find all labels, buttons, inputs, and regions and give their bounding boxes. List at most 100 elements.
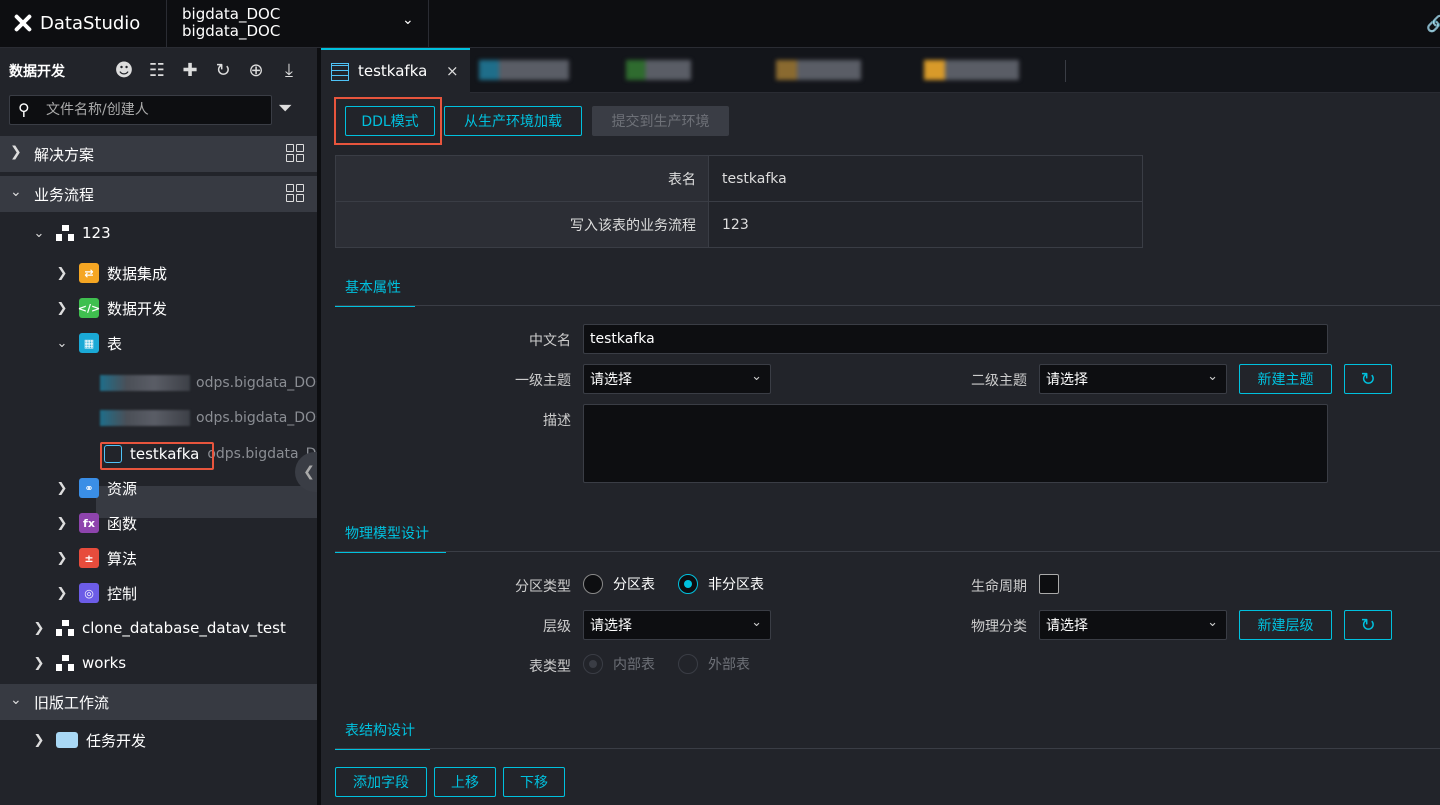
- workspace-display-name: bigdata_DOC: [182, 22, 281, 40]
- chevron-right-icon: ❯: [33, 620, 45, 636]
- tab-testkafka[interactable]: testkafka ×: [321, 48, 470, 93]
- user-filter-icon[interactable]: ☻: [112, 58, 136, 82]
- tree-item-flow-clone[interactable]: ❯ clone_database_datav_test: [32, 613, 286, 643]
- cn-name-input[interactable]: testkafka: [583, 324, 1328, 354]
- locate-icon[interactable]: ⊕: [244, 58, 268, 82]
- datastudio-logo-icon: [12, 12, 34, 34]
- grid-icon[interactable]: [286, 184, 304, 202]
- tree-item-table-entry[interactable]: odps.bigdata_DOC: [100, 403, 326, 433]
- chevron-right-icon: ❯: [10, 144, 22, 160]
- sidebar-title: 数据开发: [9, 64, 65, 80]
- refresh-icon: ↻: [1360, 368, 1376, 390]
- level-label: 层级: [543, 619, 571, 635]
- tree-item-control[interactable]: ❯ ◎ 控制: [55, 578, 137, 608]
- search-input[interactable]: [46, 100, 266, 120]
- tree-item-label: 资源: [107, 479, 138, 498]
- phys-class-select[interactable]: 请选择 ⌄: [1039, 610, 1227, 640]
- tab-blurred[interactable]: [479, 60, 569, 80]
- blurred-table-name: [100, 410, 190, 426]
- lifecycle-label: 生命周期: [971, 579, 1027, 595]
- tab-table-structure[interactable]: 表结构设计: [335, 720, 430, 750]
- calculator-icon: ±: [79, 548, 99, 568]
- tree-item-resource[interactable]: ❯ ⚭ 资源: [55, 473, 137, 503]
- tree-item-label: 数据开发: [107, 299, 168, 318]
- tab-blurred[interactable]: [626, 60, 691, 80]
- link-icon[interactable]: 🔗: [1426, 14, 1440, 33]
- partition-radio[interactable]: [583, 574, 603, 594]
- section-label: 业务流程: [34, 186, 95, 204]
- refresh-icon[interactable]: ↻: [211, 58, 235, 82]
- chevron-down-icon[interactable]: ⌄: [402, 12, 414, 28]
- chevron-down-icon: ⌄: [751, 369, 762, 384]
- divider: [428, 0, 429, 48]
- tree-item-label: 函数: [107, 514, 138, 533]
- import-icon[interactable]: ⤓: [277, 58, 301, 82]
- section-business-flow[interactable]: ⌄ 业务流程: [0, 176, 317, 212]
- level-select[interactable]: 请选择 ⌄: [583, 610, 771, 640]
- tab-blurred[interactable]: [776, 60, 861, 80]
- section-solutions[interactable]: ❯ 解决方案: [0, 136, 317, 172]
- new-topic-button[interactable]: 新建主题: [1239, 364, 1332, 394]
- tree-item-label: 表: [107, 334, 123, 353]
- tree-item-task-dev[interactable]: ❯ 任务开发: [32, 725, 146, 755]
- filter-icon[interactable]: ⏷: [278, 98, 292, 119]
- paperclip-icon: ⚭: [79, 478, 99, 498]
- select-value: 请选择: [590, 372, 632, 388]
- lifecycle-checkbox[interactable]: [1039, 574, 1059, 594]
- topic1-select[interactable]: 请选择 ⌄: [583, 364, 771, 394]
- tree-item-integration[interactable]: ❯ ⇄ 数据集成: [55, 258, 167, 288]
- sidebar-header: 数据开发 ☻ ☷ ✚ ↻ ⊕ ⤓: [0, 48, 317, 92]
- new-file-icon[interactable]: ✚: [178, 58, 202, 82]
- brand[interactable]: DataStudio: [12, 12, 140, 34]
- tree-item-table-entry[interactable]: odps.bigdata_DOC: [100, 368, 326, 398]
- cn-name-label: 中文名: [529, 333, 571, 349]
- folder-icon: [56, 732, 78, 748]
- refresh-level-button[interactable]: ↻: [1344, 610, 1392, 640]
- table-project-suffix: odps.bigdata_DOC: [196, 410, 326, 426]
- tree-item-table[interactable]: ⌄ ▦ 表: [55, 328, 122, 358]
- section-legacy-workflow[interactable]: ⌄ 旧版工作流: [0, 684, 317, 720]
- section-label: 旧版工作流: [34, 694, 110, 712]
- add-field-button[interactable]: 添加字段: [335, 767, 427, 797]
- tree-item-development[interactable]: ❯ </> 数据开发: [55, 293, 167, 323]
- phys-class-label: 物理分类: [971, 619, 1027, 635]
- grid-icon[interactable]: [286, 144, 304, 162]
- function-icon: fx: [79, 513, 99, 533]
- chevron-right-icon: ❯: [56, 550, 68, 566]
- tab-blurred[interactable]: [924, 60, 1019, 80]
- submit-to-prod-button[interactable]: 提交到生产环境: [592, 106, 729, 136]
- chevron-down-icon: ⌄: [56, 335, 68, 351]
- move-up-button[interactable]: 上移: [434, 767, 496, 797]
- target-icon: ◎: [79, 583, 99, 603]
- non-partition-radio[interactable]: [678, 574, 698, 594]
- topic2-label: 二级主题: [971, 373, 1027, 389]
- tree-item-function[interactable]: ❯ fx 函数: [55, 508, 137, 538]
- move-down-button[interactable]: 下移: [503, 767, 565, 797]
- tab-basic-properties[interactable]: 基本属性: [335, 277, 415, 307]
- desc-label: 描述: [543, 413, 571, 429]
- external-radio[interactable]: [678, 654, 698, 674]
- chevron-right-icon: ❯: [56, 265, 68, 281]
- close-icon[interactable]: ×: [446, 62, 459, 80]
- top-bar: DataStudio bigdata_DOC bigdata_DOC ⌄ 🔗: [0, 0, 1440, 48]
- divider: [166, 0, 167, 48]
- tree-item-flow-123[interactable]: ⌄ 123: [32, 218, 111, 248]
- refresh-topic-button[interactable]: ↻: [1344, 364, 1392, 394]
- divider: [335, 748, 1440, 749]
- tree-item-algorithm[interactable]: ❯ ± 算法: [55, 543, 137, 573]
- chevron-down-icon: ⌄: [1207, 615, 1218, 630]
- tree-item-label: clone_database_datav_test: [82, 619, 286, 637]
- new-level-button[interactable]: 新建层级: [1239, 610, 1332, 640]
- load-from-prod-button[interactable]: 从生产环境加载: [444, 106, 582, 136]
- desc-textarea[interactable]: [583, 404, 1328, 483]
- workspace-selector[interactable]: bigdata_DOC bigdata_DOC: [182, 6, 280, 40]
- internal-radio[interactable]: [583, 654, 603, 674]
- chevron-right-icon: ❯: [33, 655, 45, 671]
- tree-item-flow-works[interactable]: ❯ works: [32, 648, 127, 678]
- tab-physical-model[interactable]: 物理模型设计: [335, 523, 446, 553]
- review-icon[interactable]: ☷: [145, 58, 169, 82]
- tree-item-label: 123: [82, 224, 111, 242]
- topic2-select[interactable]: 请选择 ⌄: [1039, 364, 1227, 394]
- table-type-label: 表类型: [529, 659, 571, 675]
- chevron-down-icon: ⌄: [751, 615, 762, 630]
